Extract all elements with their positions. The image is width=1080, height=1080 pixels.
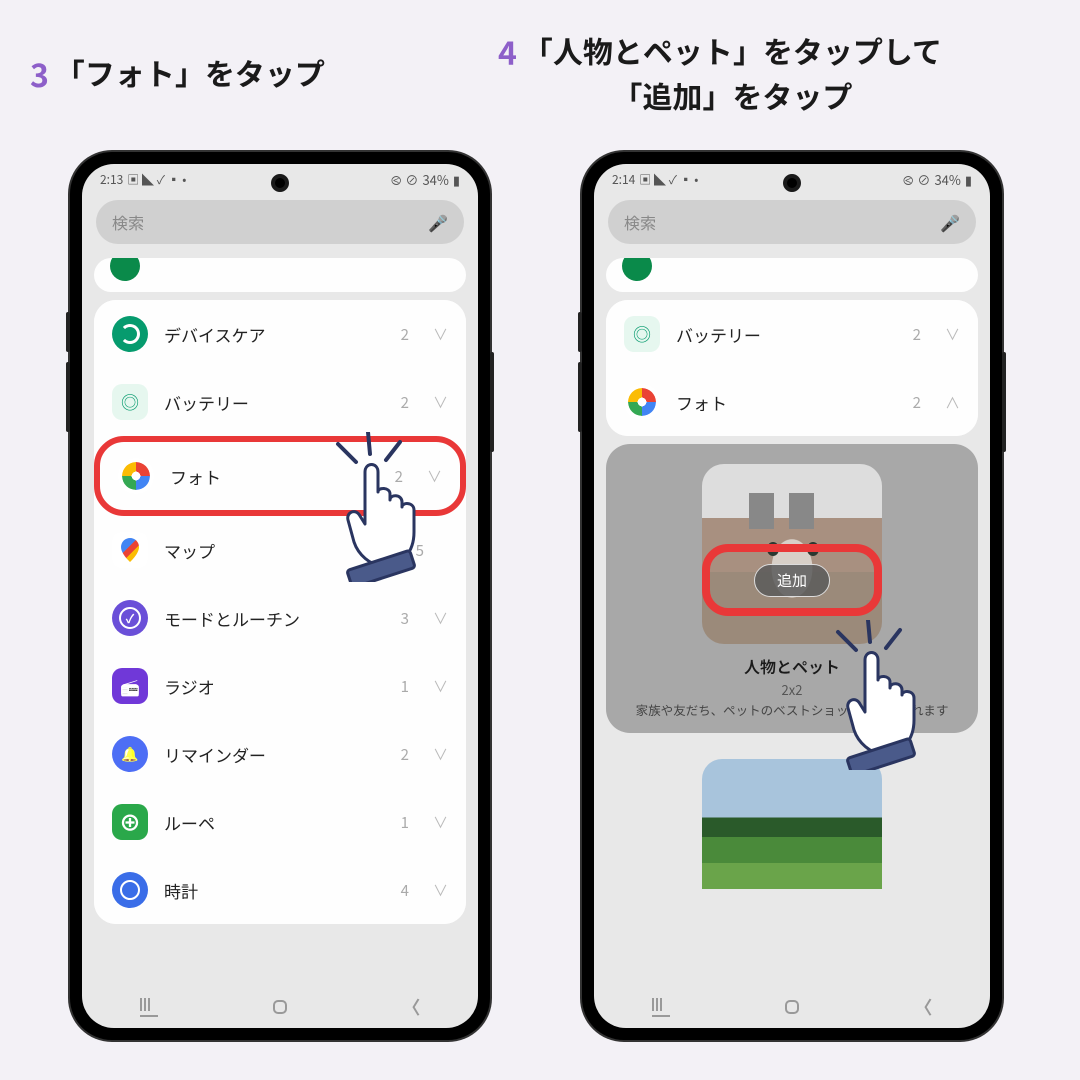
step-4-header: 4 「人物とペット」をタップして 「追加」をタップ — [498, 28, 942, 118]
app-icon — [112, 668, 148, 704]
app-label: リマインダー — [164, 742, 385, 767]
chevron-up-icon: ∨ — [945, 392, 960, 413]
chevron-down-icon: ∨ — [433, 392, 448, 413]
app-icon — [112, 804, 148, 840]
app-list-item[interactable]: ルーペ 1 ∨ — [94, 788, 466, 856]
nav-back-button[interactable] — [402, 994, 420, 1020]
chevron-down-icon: ∨ — [433, 324, 448, 345]
app-list-item[interactable]: デバイスケア 2 ∨ — [94, 300, 466, 368]
widget-preview-next — [702, 759, 882, 889]
app-icon — [112, 872, 148, 908]
app-label: ルーペ — [164, 810, 385, 835]
wifi-icon: ⧀ — [903, 170, 913, 189]
phone-mockup-left: 2:13 ▣ ◣ ✓ ▪ • ⧀⊘34%▮ 検索 🎤 デバイスケア2∨バッテリー… — [70, 152, 490, 1040]
widget-count: 3 — [401, 608, 409, 629]
add-button-highlight: 追加 — [702, 544, 882, 616]
app-label: フォト — [676, 390, 897, 415]
app-label: バッテリー — [164, 390, 385, 415]
widget-count: 1 — [401, 676, 409, 697]
list-item-peek — [606, 258, 978, 292]
app-label: バッテリー — [676, 322, 897, 347]
app-icon — [112, 600, 148, 636]
app-list-item[interactable]: フォト 2 ∨ — [606, 368, 978, 436]
status-icons: ▣ ◣ ✓ ▪ • — [639, 171, 698, 188]
widget-count: 2 — [913, 392, 921, 413]
search-input[interactable]: 検索 🎤 — [96, 200, 464, 244]
app-list-item[interactable]: 時計 4 ∨ — [94, 856, 466, 924]
list-item-peek — [94, 258, 466, 292]
nav-back-button[interactable] — [914, 994, 932, 1020]
widget-count: 2 — [913, 324, 921, 345]
step-number: 3 — [30, 50, 49, 98]
widget-count: 2 — [401, 324, 409, 345]
step-text: 「人物とペット」をタップして 「追加」をタップ — [523, 28, 942, 118]
no-sim-icon: ⊘ — [917, 170, 930, 189]
app-icon — [112, 532, 148, 568]
app-label: 時計 — [164, 878, 385, 903]
tap-hand-cursor — [330, 432, 470, 587]
app-icon — [624, 384, 660, 420]
battery-icon: ▮ — [965, 170, 972, 189]
chevron-down-icon: ∨ — [433, 676, 448, 697]
nav-recent-button[interactable] — [140, 998, 158, 1017]
screen: 2:13 ▣ ◣ ✓ ▪ • ⧀⊘34%▮ 検索 🎤 デバイスケア2∨バッテリー… — [82, 164, 478, 1028]
widget-count: 2 — [401, 392, 409, 413]
status-icons: ▣ ◣ ✓ ▪ • — [127, 171, 186, 188]
mic-icon[interactable]: 🎤 — [940, 210, 960, 234]
nav-home-button[interactable] — [273, 1000, 287, 1014]
chevron-down-icon: ∨ — [433, 880, 448, 901]
navigation-bar — [82, 990, 478, 1028]
search-input[interactable]: 検索 🎤 — [608, 200, 976, 244]
phone-mockup-right: 2:14 ▣ ◣ ✓ ▪ • ⧀⊘34%▮ 検索 🎤 バッテリー2∨フォト2∨ … — [582, 152, 1002, 1040]
app-icon — [118, 458, 154, 494]
app-list-item[interactable]: モードとルーチン 3 ∨ — [94, 584, 466, 652]
tap-hand-cursor — [830, 620, 970, 775]
widget-count: 1 — [401, 812, 409, 833]
app-icon — [112, 736, 148, 772]
app-list-item[interactable]: バッテリー 2 ∨ — [94, 368, 466, 436]
chevron-down-icon: ∨ — [945, 324, 960, 345]
widget-count: 2 — [401, 744, 409, 765]
app-icon — [112, 384, 148, 420]
app-label: モードとルーチン — [164, 606, 385, 631]
chevron-down-icon: ∨ — [433, 608, 448, 629]
chevron-down-icon: ∨ — [433, 744, 448, 765]
app-list-item[interactable]: リマインダー 2 ∨ — [94, 720, 466, 788]
app-icon — [112, 316, 148, 352]
add-button[interactable]: 追加 — [754, 564, 830, 597]
battery-text: 34% — [422, 170, 448, 189]
app-label: ラジオ — [164, 674, 385, 699]
screen: 2:14 ▣ ◣ ✓ ▪ • ⧀⊘34%▮ 検索 🎤 バッテリー2∨フォト2∨ … — [594, 164, 990, 1028]
app-list-item[interactable]: バッテリー 2 ∨ — [606, 300, 978, 368]
wifi-icon: ⧀ — [391, 170, 401, 189]
search-placeholder: 検索 — [624, 210, 656, 234]
widget-count: 4 — [401, 880, 409, 901]
no-sim-icon: ⊘ — [405, 170, 418, 189]
battery-text: 34% — [934, 170, 960, 189]
battery-icon: ▮ — [453, 170, 460, 189]
status-time: 2:14 — [612, 171, 635, 188]
status-time: 2:13 — [100, 171, 123, 188]
app-list-item[interactable]: ラジオ 1 ∨ — [94, 652, 466, 720]
mic-icon[interactable]: 🎤 — [428, 210, 448, 234]
navigation-bar — [594, 990, 990, 1028]
search-placeholder: 検索 — [112, 210, 144, 234]
step-3-header: 3 「フォト」をタップ — [30, 50, 325, 98]
step-text: 「フォト」をタップ — [55, 50, 325, 95]
chevron-down-icon: ∨ — [433, 812, 448, 833]
step-number: 4 — [498, 28, 517, 76]
app-label: デバイスケア — [164, 322, 385, 347]
nav-home-button[interactable] — [785, 1000, 799, 1014]
app-icon — [624, 316, 660, 352]
nav-recent-button[interactable] — [652, 998, 670, 1017]
widget-list-content[interactable]: デバイスケア2∨バッテリー2∨フォト2∨マップ5モードとルーチン3∨ラジオ1∨リ… — [82, 250, 478, 990]
widget-preview-image: 追加 — [702, 464, 882, 644]
